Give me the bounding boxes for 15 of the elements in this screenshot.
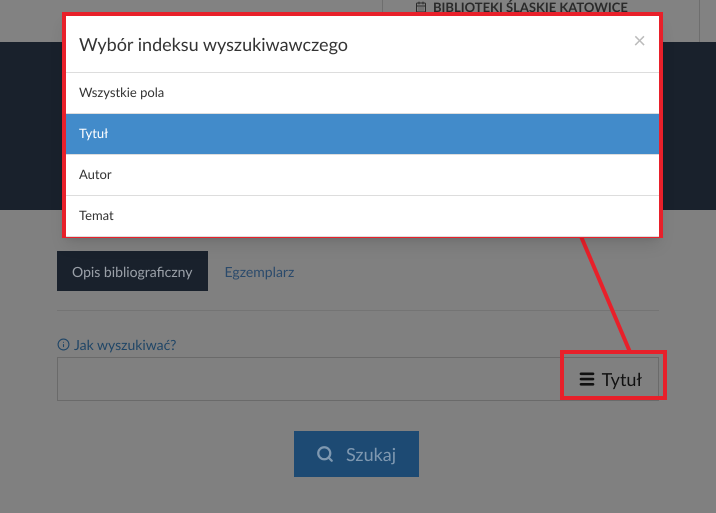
modal-title: Wybór indeksu wyszukiwawczego	[79, 32, 348, 56]
index-option[interactable]: Tytuł	[66, 114, 659, 155]
menu-icon	[578, 370, 596, 388]
calendar-icon	[415, 1, 427, 13]
tab[interactable]: Opis bibliograficzny	[57, 251, 208, 291]
search-field[interactable]: Tytuł	[57, 357, 659, 401]
index-option[interactable]: Temat	[66, 196, 659, 237]
index-option[interactable]: Wszystkie pola	[66, 73, 659, 114]
search-button[interactable]: Szukaj	[294, 431, 418, 477]
index-option[interactable]: Autor	[66, 155, 659, 196]
info-icon	[57, 338, 70, 351]
search-icon	[316, 445, 334, 463]
help-link[interactable]: Jak wyszukiwać?	[74, 334, 176, 355]
library-name: BIBLIOTEKI ŚLĄSKIE KATOWICE	[433, 1, 628, 13]
index-button[interactable]: Tytuł	[578, 366, 642, 392]
